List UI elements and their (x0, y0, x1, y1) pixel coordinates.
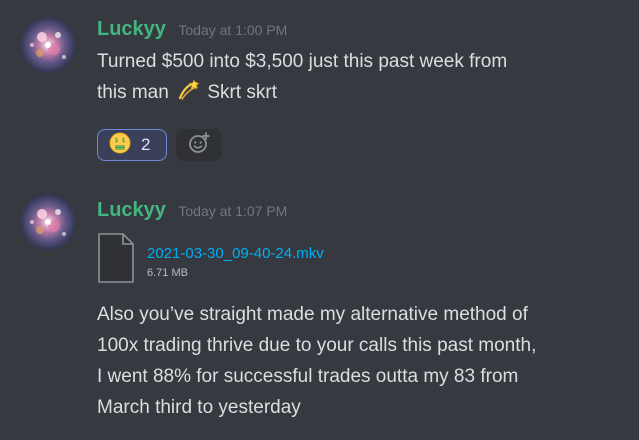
svg-text:$: $ (122, 137, 126, 144)
file-name-link[interactable]: 2021-03-30_09-40-24.mkv (147, 245, 324, 262)
add-reaction-icon (187, 131, 211, 160)
file-attachment: 2021-03-30_09-40-24.mkv 6.71 MB (97, 232, 397, 287)
timestamp: Today at 1:00 PM (178, 22, 288, 38)
message-text-line: Also you’ve straight made my alternative… (97, 304, 528, 325)
reaction-money-mouth[interactable]: $ $ 2 (97, 129, 167, 161)
file-icon (97, 232, 135, 289)
reaction-count: 2 (141, 135, 151, 154)
message-text-line: I went 88% for successful trades outta m… (97, 366, 519, 387)
message-text-segment: this man (97, 82, 169, 103)
message-header: Luckyy Today at 1:00 PM (97, 18, 287, 41)
money-mouth-face-icon: $ $ (109, 132, 131, 159)
message-text-line: March third to yesterday (97, 397, 301, 418)
message-header: Luckyy Today at 1:07 PM (97, 199, 287, 222)
avatar[interactable] (20, 17, 76, 73)
message-text-segment: Skrt skrt (207, 82, 278, 103)
username[interactable]: Luckyy (97, 18, 166, 40)
username[interactable]: Luckyy (97, 199, 166, 221)
chat-message-list: Luckyy Today at 1:00 PM Turned $500 into… (0, 0, 639, 440)
message-text-line: 100x trading thrive due to your calls th… (97, 335, 537, 356)
message-text-line: Turned $500 into $3,500 just this past w… (97, 51, 508, 72)
add-reaction-button[interactable] (176, 129, 222, 161)
message-text: Turned $500 into $3,500 just this past w… (97, 46, 632, 112)
message-text-line: this man Skrt skrt (97, 77, 632, 112)
avatar[interactable] (20, 194, 76, 250)
svg-text:$: $ (115, 137, 119, 144)
dizzy-icon (176, 78, 200, 112)
message-text: Also you’ve straight made my alternative… (97, 299, 632, 423)
file-size: 6.71 MB (147, 267, 188, 279)
timestamp: Today at 1:07 PM (178, 203, 288, 219)
